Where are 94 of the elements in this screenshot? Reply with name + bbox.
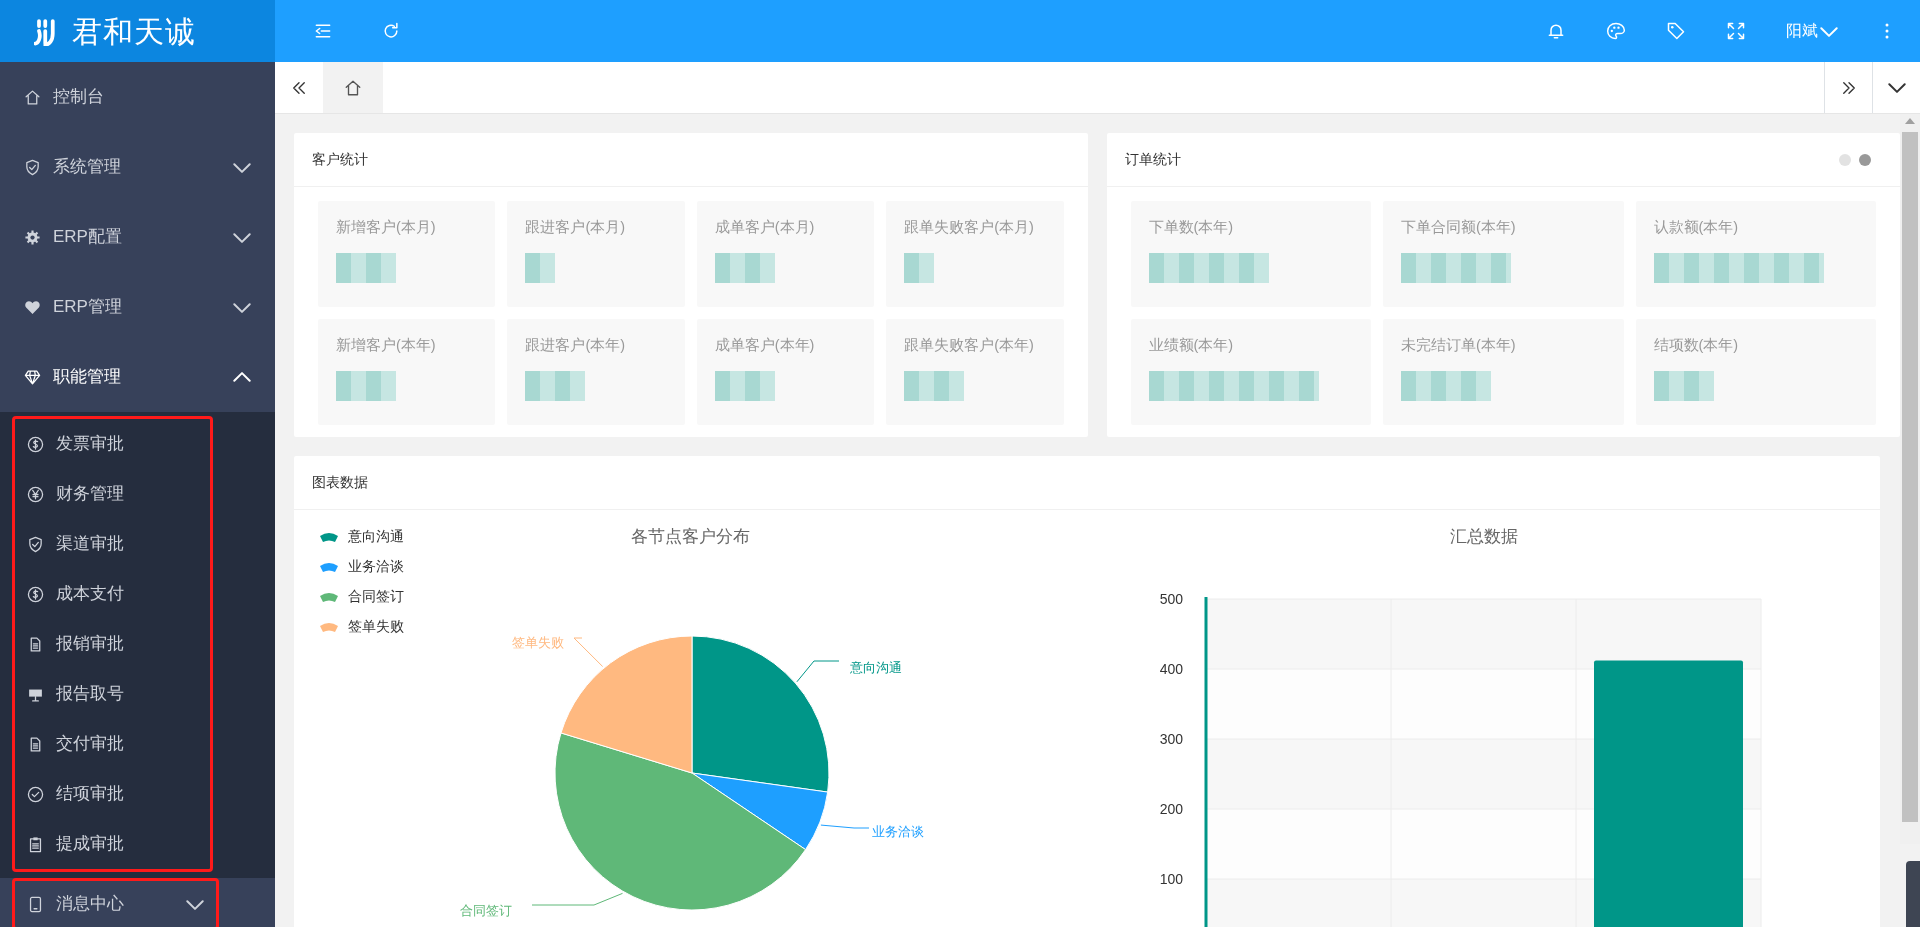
- shield-icon: [24, 158, 41, 176]
- submenu-item[interactable]: 结项审批: [15, 769, 210, 819]
- legend-swatch[interactable]: [320, 623, 338, 632]
- pixelated-value: [904, 370, 965, 401]
- pixelated-value: [525, 252, 556, 283]
- stat-label: 未完结订单(本年): [1401, 336, 1517, 355]
- y-tick-label: 100: [1159, 871, 1183, 887]
- submenu-item[interactable]: 交付审批: [15, 719, 210, 769]
- palette-icon[interactable]: [1606, 21, 1626, 41]
- stat-label: 成单客户(本月): [714, 218, 816, 237]
- submenu-item[interactable]: 成本支付: [15, 569, 210, 619]
- y-tick-label: 500: [1159, 591, 1183, 607]
- y-tick-label: 300: [1159, 731, 1183, 747]
- y-tick-label: 200: [1159, 801, 1183, 817]
- diamond-icon: [24, 368, 41, 386]
- submenu-item[interactable]: 渠道审批: [15, 519, 210, 569]
- gear-icon: [24, 228, 41, 246]
- slice-label: 签单失败: [512, 635, 564, 650]
- menu-icon[interactable]: [313, 21, 333, 41]
- y-tick-label: 400: [1159, 661, 1183, 677]
- scroll-thumb[interactable]: [1902, 132, 1918, 822]
- yen-icon: [27, 485, 44, 503]
- legend-swatch[interactable]: [320, 563, 338, 572]
- stat-label: 成单客户(本年): [714, 336, 816, 355]
- chevron-down-icon: [233, 161, 251, 173]
- pixelated-value: [714, 252, 775, 283]
- chevron-down-icon: [1887, 82, 1906, 93]
- leader-line: [820, 824, 870, 829]
- stat-label: 跟单失败客户(本年): [904, 336, 1035, 355]
- legend-swatch[interactable]: [320, 533, 338, 542]
- pixelated-value: [336, 370, 396, 401]
- stat-label: 跟进客户(本月): [525, 218, 627, 237]
- scroll-up-icon[interactable]: [1905, 118, 1915, 124]
- slice-label: 业务洽谈: [872, 824, 924, 839]
- pager-dot[interactable]: [1859, 153, 1871, 166]
- tag-icon[interactable]: [1666, 21, 1686, 41]
- logo-text: 君和天诚: [72, 13, 196, 50]
- sidebar-item[interactable]: ERP配置: [0, 202, 275, 272]
- stat-label: 下单合同额(本年): [1401, 218, 1517, 237]
- sidebar-item[interactable]: 消息中心: [12, 878, 219, 927]
- pixelated-value: [904, 252, 935, 283]
- phone-icon: [27, 895, 44, 913]
- slice-label: 合同签订: [460, 903, 512, 918]
- legend-label[interactable]: 签单失败: [348, 618, 404, 634]
- fullscreen-icon[interactable]: [1726, 21, 1746, 41]
- pixelated-value: [525, 370, 586, 401]
- chart-title: 汇总数据: [1450, 527, 1518, 546]
- stat-label: 认款额(本年): [1653, 218, 1740, 237]
- home-tab[interactable]: [323, 62, 383, 113]
- pager-dot[interactable]: [1839, 153, 1851, 166]
- sidebar-item[interactable]: 控制台: [0, 62, 275, 132]
- card-title: 图表数据: [311, 473, 369, 492]
- leader-line: [796, 660, 840, 683]
- legend-label[interactable]: 意向沟通: [348, 528, 404, 544]
- sidebar-item[interactable]: ERP管理: [0, 272, 275, 342]
- check-circle-icon: [27, 785, 44, 803]
- stat-label: 新增客户(本年): [336, 336, 437, 355]
- stat-label: 跟进客户(本年): [525, 336, 627, 355]
- heart-icon: [24, 298, 41, 316]
- slice-label: 意向沟通: [850, 660, 902, 675]
- card-title: 客户统计: [311, 150, 369, 169]
- leader-line: [573, 637, 604, 667]
- chevron-down-icon: [233, 231, 251, 243]
- submenu-item[interactable]: 发票审批: [15, 419, 210, 469]
- dollar-icon: [27, 435, 44, 453]
- stat-label: 下单数(本年): [1148, 218, 1235, 237]
- submenu-item[interactable]: 提成审批: [15, 819, 210, 869]
- chevron-down-icon: [233, 301, 251, 313]
- submenu-item[interactable]: 报销审批: [15, 619, 210, 669]
- stat-label: 结项数(本年): [1653, 336, 1740, 355]
- refresh-icon[interactable]: [381, 21, 401, 41]
- chevron-up-icon: [233, 371, 251, 383]
- chevron-down-icon: [1820, 25, 1838, 37]
- submenu-item[interactable]: 财务管理: [15, 469, 210, 519]
- home-icon: [24, 88, 41, 106]
- sidebar-item[interactable]: 系统管理: [0, 132, 275, 202]
- legend-label[interactable]: 业务洽谈: [348, 558, 404, 574]
- submenu-item[interactable]: 报告取号: [15, 669, 210, 719]
- chart-title: 各节点客户分布: [630, 527, 750, 546]
- sidebar-item[interactable]: 职能管理: [0, 342, 275, 412]
- dollar-icon: [27, 585, 44, 603]
- legend-label[interactable]: 合同签订: [348, 588, 404, 604]
- home-icon: [344, 78, 362, 97]
- stat-label: 业绩额(本年): [1148, 336, 1235, 355]
- chevron-down-icon: [186, 898, 204, 910]
- pixelated-value: [336, 252, 396, 283]
- pixelated-value: [714, 370, 775, 401]
- legend-swatch[interactable]: [320, 593, 338, 602]
- stat-label: 跟单失败客户(本月): [904, 218, 1035, 237]
- shield-icon: [27, 535, 44, 553]
- card-title: 订单统计: [1123, 150, 1182, 169]
- stat-label: 新增客户(本月): [336, 218, 437, 237]
- pixelated-value: [1653, 370, 1714, 401]
- clipboard-icon: [27, 835, 44, 853]
